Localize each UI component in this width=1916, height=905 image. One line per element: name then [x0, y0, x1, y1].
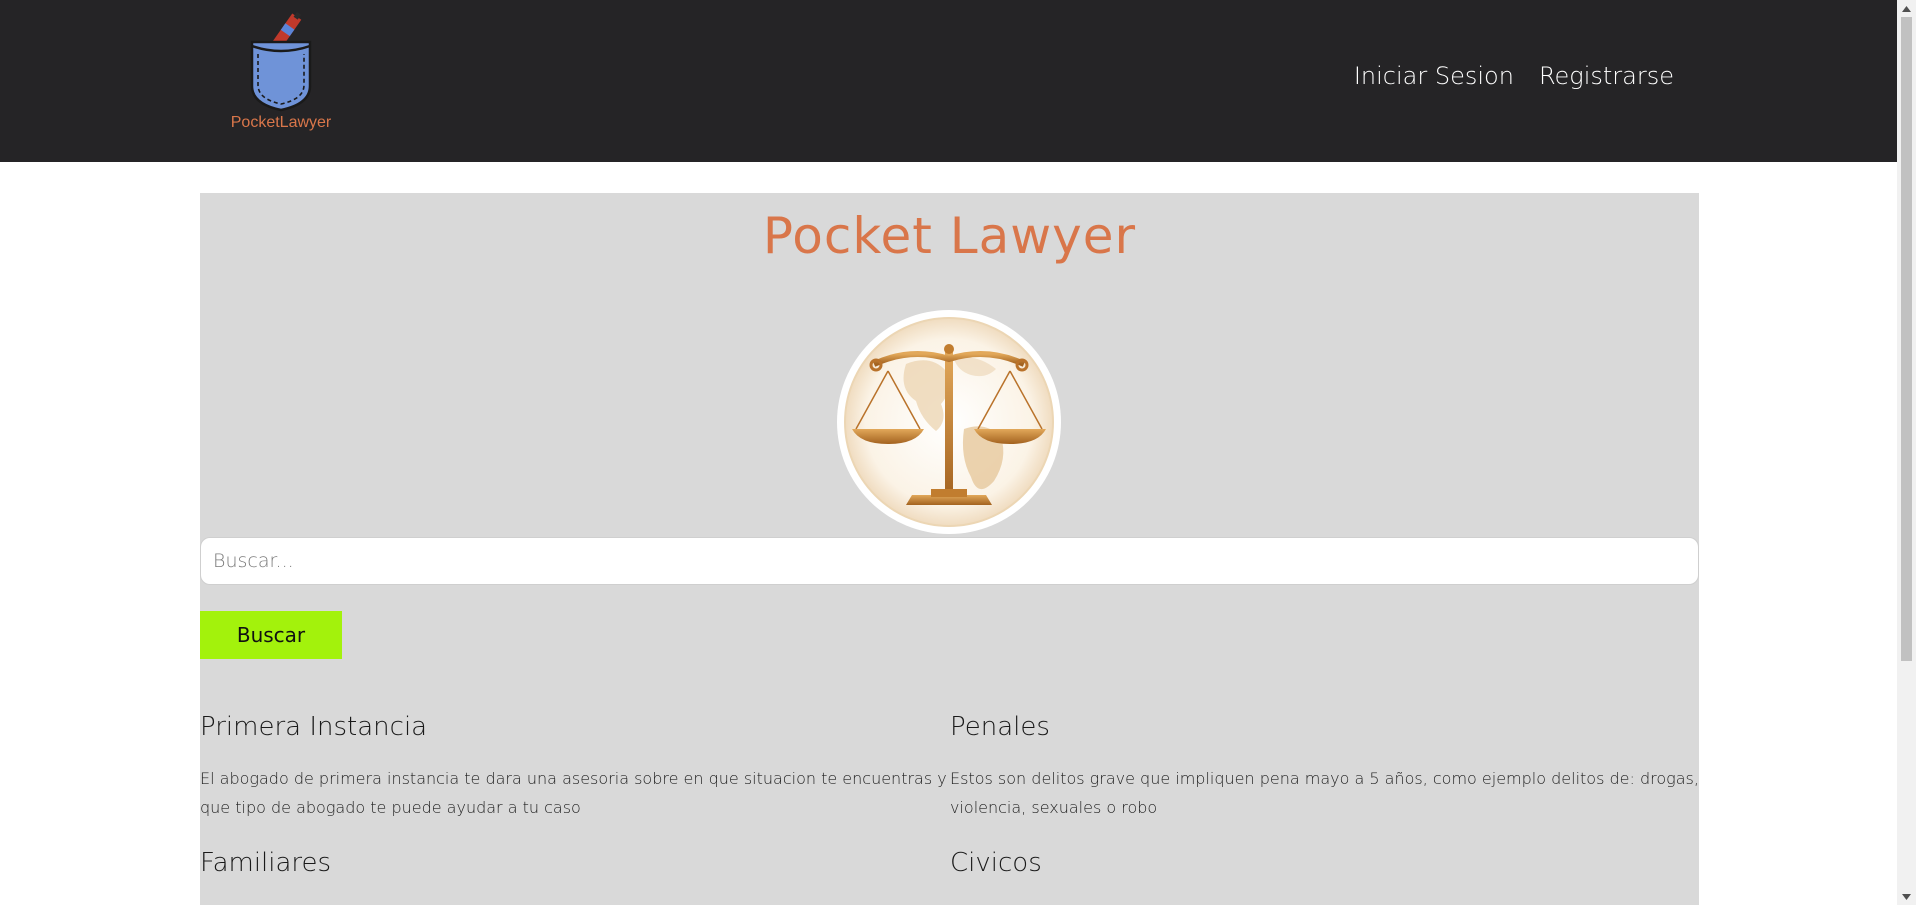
category-title: Civicos	[950, 848, 1042, 878]
search-button[interactable]: Buscar	[200, 611, 342, 659]
category-title: Primera Instancia	[200, 712, 428, 742]
main-panel: Pocket Lawyer Buscar... Buscar Primera I…	[200, 193, 1699, 905]
category-title: Familiares	[200, 848, 332, 878]
navbar: PocketLawyer Iniciar Sesion Registrarse	[0, 0, 1897, 162]
category-description: El abogado de primera instancia te dara …	[200, 769, 947, 817]
scroll-thumb[interactable]	[1901, 17, 1912, 661]
category-familiares: Familiares	[200, 848, 950, 878]
scroll-up-icon[interactable]	[1897, 0, 1916, 17]
scales-of-justice-icon	[837, 310, 1061, 534]
search-input[interactable]	[200, 537, 1699, 585]
category-title: Penales	[950, 712, 1050, 742]
login-link[interactable]: Iniciar Sesion	[1354, 62, 1514, 90]
category-description: Estos son delitos grave que impliquen pe…	[950, 769, 1699, 817]
page-title: Pocket Lawyer	[762, 207, 1137, 265]
logo[interactable]: PocketLawyer	[226, 12, 336, 142]
pocket-logo-icon	[250, 12, 312, 112]
scroll-down-icon[interactable]	[1897, 888, 1916, 905]
register-link[interactable]: Registrarse	[1539, 62, 1674, 90]
scrollbar[interactable]	[1897, 0, 1916, 905]
nav-links: Iniciar Sesion Registrarse	[1354, 62, 1674, 90]
category-civicos: Civicos	[950, 848, 1700, 878]
category-primera-instancia: Primera Instancia El abogado de primera …	[200, 712, 950, 822]
category-penales: Penales Estos son delitos grave que impl…	[950, 712, 1700, 822]
logo-text: PocketLawyer	[230, 114, 332, 131]
